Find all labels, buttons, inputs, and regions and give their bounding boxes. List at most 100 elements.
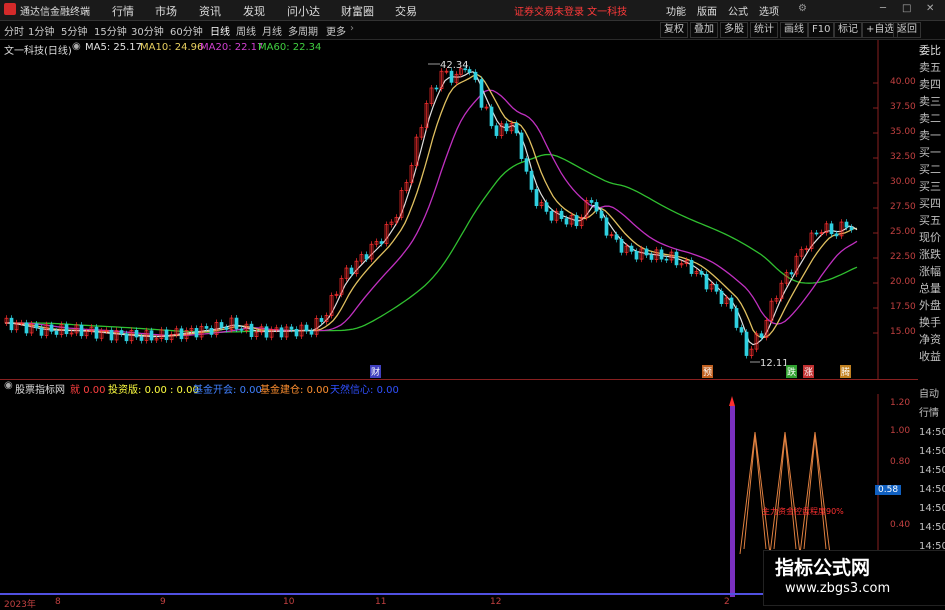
- price-tick-label: 40.00: [890, 77, 916, 87]
- candle: [559, 210, 564, 219]
- time-stamp: 14:50: [919, 503, 945, 514]
- candle: [494, 125, 499, 136]
- tab-minute[interactable]: 分时: [4, 23, 24, 38]
- candle: [309, 330, 314, 335]
- menu-trade[interactable]: 交易: [395, 3, 417, 19]
- app-name: 通达信金融终端: [20, 7, 90, 18]
- minimize-icon[interactable]: ─: [880, 3, 886, 14]
- price-tick-label: 32.50: [890, 152, 916, 162]
- time-stamp: 14:50: [919, 446, 945, 457]
- indicator-side-label: 自动: [919, 389, 939, 400]
- tab-weekly[interactable]: 周线: [236, 23, 256, 38]
- menu-ask[interactable]: 问小达: [287, 3, 320, 19]
- tab-monthly[interactable]: 月线: [262, 23, 282, 38]
- date-tick-label: 10: [283, 597, 295, 607]
- overlay-button[interactable]: 叠加: [690, 22, 718, 38]
- candle: [529, 170, 534, 190]
- menu-quotes[interactable]: 行情: [112, 3, 134, 19]
- ma60-line: [5, 153, 858, 333]
- indicator-chart[interactable]: 主力资金控盘程度90%: [0, 394, 880, 597]
- draw-line-button[interactable]: 画线: [780, 22, 808, 38]
- order-book-label: 涨幅: [919, 265, 941, 278]
- time-stamp: 14:50: [919, 522, 945, 533]
- candle: [364, 254, 369, 260]
- mark-button[interactable]: 标记: [834, 22, 862, 38]
- login-warning[interactable]: 证券交易未登录 文一科技: [514, 3, 627, 18]
- maximize-icon[interactable]: □: [902, 3, 911, 14]
- candle: [204, 326, 209, 329]
- indicator-tick-label: 1.20: [890, 398, 911, 408]
- tab-multi-period[interactable]: 多周期: [288, 23, 318, 38]
- indicator-settings-icon[interactable]: ◉: [4, 380, 13, 391]
- menu-discover[interactable]: 发现: [243, 3, 265, 19]
- back-button[interactable]: 返回: [893, 22, 921, 38]
- candle: [739, 327, 744, 333]
- candle: [279, 327, 284, 338]
- candle: [224, 327, 229, 330]
- candle: [519, 132, 524, 159]
- candle: [24, 322, 29, 334]
- candle: [473, 71, 478, 80]
- f10-button[interactable]: F10: [808, 22, 835, 38]
- tab-more[interactable]: 更多: [326, 23, 346, 38]
- indicator-note: 主力资金控盘程度90%: [762, 506, 844, 516]
- candle: [139, 336, 144, 341]
- price-tick-label: 22.50: [890, 252, 916, 262]
- rise-badge[interactable]: 涨: [803, 365, 815, 378]
- finance-badge[interactable]: 财: [370, 365, 382, 378]
- candle: [644, 248, 649, 256]
- candle: [134, 330, 139, 338]
- period-toolbar: 分时 1分钟 5分钟 15分钟 30分钟 60分钟 日线 周线 月线 多周期 更…: [0, 21, 945, 40]
- candle: [164, 329, 169, 341]
- statistics-button[interactable]: 统计: [750, 22, 778, 38]
- candle: [619, 239, 624, 253]
- tab-5min[interactable]: 5分钟: [61, 23, 87, 38]
- order-book-label: 卖五: [919, 61, 941, 74]
- menu-market[interactable]: 市场: [155, 3, 177, 19]
- candle: [79, 324, 84, 337]
- candle: [179, 328, 184, 340]
- candle: [524, 158, 529, 172]
- candle: [304, 324, 309, 332]
- candle: [589, 200, 594, 203]
- menu-formula[interactable]: 公式: [728, 3, 748, 18]
- tab-1min[interactable]: 1分钟: [28, 23, 54, 38]
- tab-30min[interactable]: 30分钟: [131, 23, 164, 38]
- indicator-wave: [739, 431, 771, 555]
- tab-15min[interactable]: 15分钟: [94, 23, 127, 38]
- restore-rights-button[interactable]: 复权: [660, 22, 688, 38]
- menu-news[interactable]: 资讯: [199, 3, 221, 19]
- menu-options[interactable]: 选项: [759, 3, 779, 18]
- forecast-badge[interactable]: 预: [702, 365, 714, 378]
- menu-layout[interactable]: 版面: [697, 3, 717, 18]
- more-arrow-icon[interactable]: ›: [350, 23, 354, 34]
- drop-badge[interactable]: 跌: [786, 365, 798, 378]
- high-label: 42.34: [440, 60, 469, 71]
- tab-60min[interactable]: 60分钟: [170, 23, 203, 38]
- date-tick-label: 2023年: [4, 600, 36, 610]
- indicator-line: ◉ 股票指标网 就 0.00 投资版: 0.00 : 0.00 基金开会: 0.…: [0, 380, 880, 396]
- multi-stock-button[interactable]: 多股: [720, 22, 748, 38]
- watermark-title: 指标公式网: [775, 557, 871, 579]
- price-tick-label: 20.00: [890, 277, 916, 287]
- candle: [209, 328, 214, 335]
- settings-icon[interactable]: ⚙: [798, 3, 807, 14]
- candle: [834, 233, 839, 237]
- watermark-url: www.zbgs3.com: [785, 581, 891, 596]
- candle: [599, 210, 604, 219]
- tencent-badge[interactable]: 腾: [840, 365, 852, 378]
- close-icon[interactable]: ✕: [926, 3, 934, 14]
- candle: [604, 217, 609, 236]
- price-chart[interactable]: 42.34 12.11: [0, 40, 880, 380]
- candle: [629, 245, 634, 252]
- time-stamp: 14:50: [919, 484, 945, 495]
- menu-function[interactable]: 功能: [666, 3, 686, 18]
- order-book-label: 涨跌: [919, 248, 941, 261]
- tab-daily[interactable]: 日线: [210, 23, 230, 38]
- order-book-label: 买一: [919, 146, 941, 159]
- menu-wealth[interactable]: 财富圈: [341, 3, 374, 19]
- candle: [614, 234, 619, 240]
- candle: [434, 87, 439, 90]
- order-book-label: 买四: [919, 197, 941, 210]
- order-book-label: 卖一: [919, 129, 941, 142]
